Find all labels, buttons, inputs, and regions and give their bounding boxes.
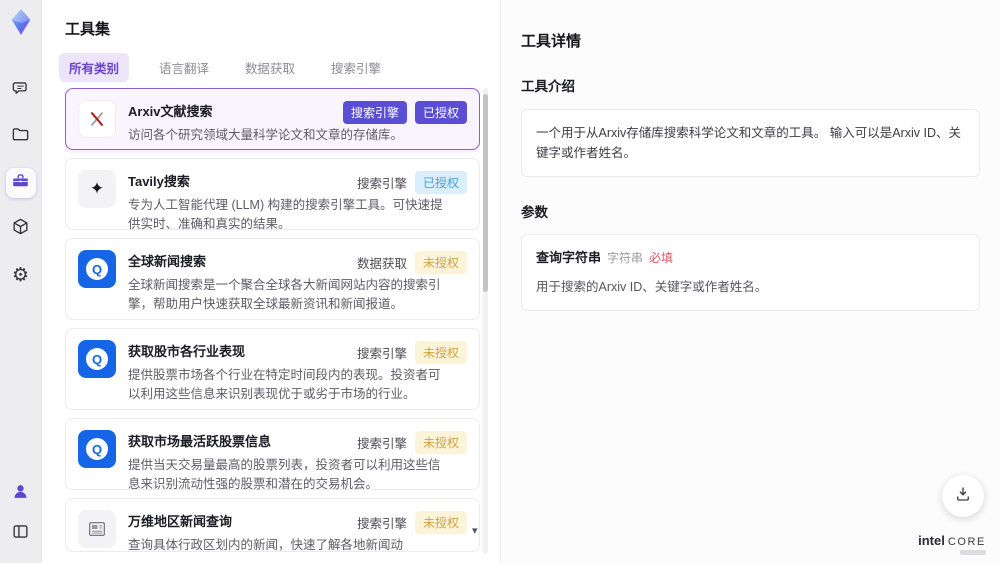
detail-title: 工具详情: [521, 33, 582, 51]
newspaper-icon: [78, 510, 116, 548]
tool-description: 提供当天交易量最高的股票列表，投资者可以利用这些信息来识别流动性强的股票和潜在的…: [128, 458, 441, 491]
app-window: ⚙ 工具集 所有类别 语言翻译 数据获取 搜索引擎 Arxiv文献搜索 访问各个…: [0, 0, 1000, 563]
params-section-title: 参数: [521, 204, 548, 220]
sidebar-item-settings[interactable]: ⚙: [6, 260, 36, 290]
status-badge: 未授权: [414, 341, 467, 364]
download-button[interactable]: [942, 475, 984, 517]
toolbox-icon: [11, 171, 30, 196]
folder-icon: [11, 125, 30, 150]
intel-wordmark: intel: [918, 533, 945, 548]
sidebar-nav: ⚙: [5, 76, 36, 290]
intro-section-title: 工具介绍: [521, 79, 575, 95]
tool-card-global-news[interactable]: Q 全球新闻搜索 全球新闻搜索是一个聚合全球各大新闻网站内容的搜索引擎，帮助用户…: [65, 238, 480, 320]
download-icon: [954, 485, 972, 508]
tool-intro-box: 一个用于从Arxiv存储库搜索科学论文和文章的工具。 输入可以是Arxiv ID…: [521, 108, 980, 177]
parameter-box: 查询字符串 字符串 必填 用于搜索的Arxiv ID、关键字或作者姓名。: [521, 234, 980, 312]
sidebar-item-packages[interactable]: [6, 214, 36, 244]
sidebar: ⚙: [0, 0, 42, 563]
tab-translation[interactable]: 语言翻译: [153, 53, 215, 82]
tools-panel: 工具集 所有类别 语言翻译 数据获取 搜索引擎 Arxiv文献搜索 访问各个研究…: [42, 0, 500, 563]
tab-search-engine[interactable]: 搜索引擎: [325, 53, 387, 82]
tool-detail-panel: 工具详情 工具介绍 一个用于从Arxiv存储库搜索科学论文和文章的工具。 输入可…: [500, 0, 1000, 563]
tool-card-arxiv[interactable]: Arxiv文献搜索 访问各个研究领域大量科学论文和文章的存储库。 搜索引擎 已授…: [65, 88, 480, 150]
scroll-down-indicator[interactable]: ▾: [472, 524, 478, 537]
category-badge: 搜索引擎: [342, 101, 407, 124]
category-label: 搜索引擎: [356, 517, 407, 531]
param-description: 用于搜索的Arxiv ID、关键字或作者姓名。: [536, 280, 768, 295]
sidebar-item-chat[interactable]: [6, 76, 36, 106]
tool-card-regional-news[interactable]: 万维地区新闻查询 查询具体行政区划内的新闻，快速了解各地新闻动 搜索引擎 未授权: [65, 498, 480, 552]
arxiv-icon: [78, 100, 116, 138]
sidebar-bottom: [6, 479, 36, 549]
param-name: 查询字符串: [536, 250, 602, 266]
category-label: 搜索引擎: [356, 347, 407, 361]
cube-icon: [11, 217, 30, 242]
category-label: 搜索引擎: [356, 437, 407, 451]
tab-all-categories[interactable]: 所有类别: [59, 53, 130, 82]
sidebar-item-files[interactable]: [6, 122, 36, 152]
tool-card-tavily[interactable]: ✦ Tavily搜索 专为人工智能代理 (LLM) 构建的搜索引擎工具。可快速提…: [65, 158, 480, 231]
sidebar-item-tools[interactable]: [5, 168, 36, 198]
intel-badge-bar: [960, 550, 986, 555]
sidebar-item-collapse[interactable]: [6, 519, 36, 549]
category-label: 数据获取: [356, 257, 407, 271]
param-type: 字符串: [607, 251, 644, 266]
category-label: 搜索引擎: [356, 177, 407, 191]
list-scrollbar[interactable]: [483, 88, 488, 554]
tool-description: 查询具体行政区划内的新闻，快速了解各地新闻动: [128, 538, 404, 552]
tool-card-sector-performance[interactable]: Q 获取股市各行业表现 提供股票市场各个行业在特定时间段内的表现。投资者可以利用…: [65, 328, 480, 410]
tool-description: 全球新闻搜索是一个聚合全球各大新闻网站内容的搜索引擎，帮助用户快速获取全球最新资…: [128, 278, 441, 311]
chat-icon: [11, 79, 30, 104]
sidebar-item-account[interactable]: [6, 479, 36, 509]
status-badge: 未授权: [414, 251, 467, 274]
category-tabs: 所有类别 语言翻译 数据获取 搜索引擎: [59, 53, 500, 82]
status-badge: 未授权: [414, 511, 467, 534]
user-icon: [11, 482, 30, 507]
panels-icon: [11, 522, 30, 547]
tab-data-fetch[interactable]: 数据获取: [239, 53, 301, 82]
settings-gear-icon: ⚙: [11, 264, 30, 286]
app-logo: [7, 8, 35, 36]
param-required-flag: 必填: [649, 251, 674, 266]
blue-q-app-icon: Q: [78, 430, 116, 468]
tavily-star-icon: ✦: [78, 170, 116, 208]
tool-card-active-stocks[interactable]: Q 获取市场最活跃股票信息 提供当天交易量最高的股票列表，投资者可以利用这些信息…: [65, 418, 480, 491]
tool-description: 访问各个研究领域大量科学论文和文章的存储库。: [128, 128, 404, 142]
tool-description: 专为人工智能代理 (LLM) 构建的搜索引擎工具。可快速提供实时、准确和真实的结…: [128, 198, 443, 231]
core-wordmark: CORE: [947, 536, 986, 548]
status-badge: 未授权: [414, 431, 467, 454]
blue-q-app-icon: Q: [78, 340, 116, 378]
status-badge: 已授权: [414, 101, 467, 124]
status-badge: 已授权: [414, 171, 467, 194]
intel-core-logo: intel CORE: [918, 533, 986, 555]
blue-q-app-icon: Q: [78, 250, 116, 288]
page-title: 工具集: [65, 21, 111, 38]
tool-description: 提供股票市场各个行业在特定时间段内的表现。投资者可以利用这些信息来识别表现优于或…: [128, 368, 441, 401]
tool-list: Arxiv文献搜索 访问各个研究领域大量科学论文和文章的存储库。 搜索引擎 已授…: [65, 88, 480, 554]
scrollbar-thumb[interactable]: [483, 94, 488, 292]
